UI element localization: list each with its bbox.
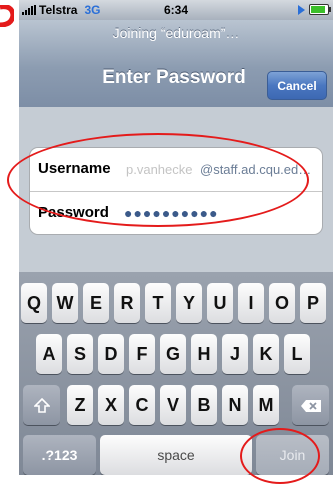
- key-x[interactable]: X: [98, 385, 124, 425]
- key-v[interactable]: V: [160, 385, 186, 425]
- key-u[interactable]: U: [207, 283, 233, 323]
- key-q[interactable]: Q: [21, 283, 47, 323]
- key-y[interactable]: Y: [176, 283, 202, 323]
- key-w[interactable]: W: [52, 283, 78, 323]
- key-b[interactable]: B: [191, 385, 217, 425]
- key-e[interactable]: E: [83, 283, 109, 323]
- key-m[interactable]: M: [253, 385, 279, 425]
- play-icon: [298, 4, 305, 15]
- key-s[interactable]: S: [67, 334, 93, 374]
- clock: 6:34: [163, 3, 189, 17]
- status-right: [298, 4, 331, 15]
- cancel-button[interactable]: Cancel: [267, 71, 327, 100]
- key-c[interactable]: C: [129, 385, 155, 425]
- key-h[interactable]: H: [191, 334, 217, 374]
- space-key[interactable]: space: [100, 435, 252, 475]
- annotation-mark: [0, 5, 14, 27]
- key-n[interactable]: N: [222, 385, 248, 425]
- network-prompt: Joining “eduroam”…: [112, 25, 240, 41]
- battery-icon: [309, 4, 331, 15]
- key-l[interactable]: L: [284, 334, 310, 374]
- shift-key[interactable]: [23, 385, 60, 425]
- page-title: Enter Password: [102, 67, 246, 88]
- annotation-circle-fields: [7, 133, 309, 227]
- key-k[interactable]: K: [253, 334, 279, 374]
- key-r[interactable]: R: [114, 283, 140, 323]
- shift-icon: [33, 398, 50, 414]
- key-p[interactable]: P: [300, 283, 326, 323]
- key-i[interactable]: I: [238, 283, 264, 323]
- status-bar: Telstra 3G 6:34: [19, 0, 333, 20]
- delete-key[interactable]: [292, 385, 329, 425]
- numbers-key[interactable]: .?123: [23, 435, 96, 475]
- key-d[interactable]: D: [98, 334, 124, 374]
- delete-icon: [300, 400, 321, 413]
- key-t[interactable]: T: [145, 283, 171, 323]
- navigation-bar: Joining “eduroam”… Enter Password Cancel: [19, 20, 333, 108]
- annotation-circle-join: [240, 428, 320, 484]
- key-f[interactable]: F: [129, 334, 155, 374]
- key-o[interactable]: O: [269, 283, 295, 323]
- key-g[interactable]: G: [160, 334, 186, 374]
- key-j[interactable]: J: [222, 334, 248, 374]
- phone-screen: Telstra 3G 6:34 Joining “eduroam”… Enter…: [19, 0, 333, 475]
- key-a[interactable]: A: [36, 334, 62, 374]
- key-z[interactable]: Z: [67, 385, 93, 425]
